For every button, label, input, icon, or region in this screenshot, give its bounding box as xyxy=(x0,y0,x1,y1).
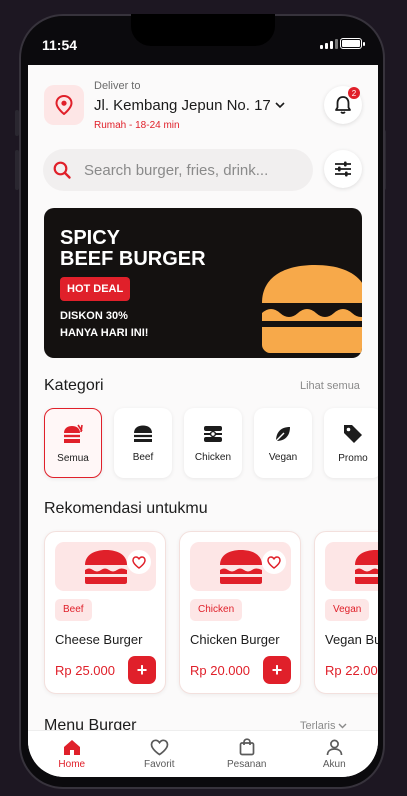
notification-button[interactable]: 2 xyxy=(324,86,362,124)
burger-illustration xyxy=(84,549,127,584)
all-food-icon xyxy=(64,424,83,443)
category-label: Vegan xyxy=(268,451,298,463)
category-list: Semua Beef Chicken Vegan Promo xyxy=(44,408,378,478)
category-label: Semua xyxy=(57,452,89,464)
deliver-label: Deliver to xyxy=(94,80,141,92)
search-input[interactable]: Search burger, fries, drink... xyxy=(43,149,313,191)
nav-label: Akun xyxy=(322,758,346,770)
product-name: Vegan Burger xyxy=(325,632,378,647)
search-placeholder: Search burger, fries, drink... xyxy=(84,161,269,179)
product-price: Rp 20.000 xyxy=(190,663,250,678)
category-label: Beef xyxy=(132,451,154,463)
heart-icon xyxy=(150,738,169,756)
banner-sub-line2: HANYA HARI INI! xyxy=(60,327,149,339)
location-pin-icon[interactable] xyxy=(44,85,84,125)
product-price: Rp 25.000 xyxy=(55,663,115,678)
category-chicken[interactable]: Chicken xyxy=(184,408,242,478)
add-to-cart-button[interactable]: + xyxy=(263,656,291,684)
product-image xyxy=(190,542,291,591)
banner-sub-line1: DISKON 30% xyxy=(60,310,128,322)
nav-label: Pesanan xyxy=(227,759,267,770)
add-to-cart-button[interactable]: + xyxy=(128,656,156,684)
search-icon xyxy=(52,160,72,180)
favorite-button[interactable] xyxy=(262,550,286,574)
product-tag: Chicken xyxy=(190,599,243,621)
home-icon xyxy=(63,739,80,755)
product-name: Chicken Burger xyxy=(190,632,280,647)
product-card[interactable]: Chicken Chicken Burger Rp 20.000 + xyxy=(179,531,301,694)
product-tag: Vegan xyxy=(325,599,370,621)
banner-title-line1: SPICY xyxy=(60,227,121,249)
nav-item-home[interactable]: Home xyxy=(28,731,116,777)
status-bar: 11:54 xyxy=(28,14,378,64)
filter-button[interactable] xyxy=(324,150,362,188)
nav-item-akun[interactable]: Akun xyxy=(291,731,379,777)
banner-subtitle: DISKON 30% HANYA HARI INI! xyxy=(60,308,148,342)
chevron-down-icon xyxy=(338,723,347,729)
category-promo[interactable]: Promo xyxy=(324,408,378,478)
address-selector[interactable]: Jl. Kembang Jepun No. 17 xyxy=(94,97,285,114)
burger-illustration xyxy=(354,549,378,584)
chicken-icon xyxy=(204,425,222,442)
bag-icon xyxy=(239,738,255,756)
leaf-icon xyxy=(275,426,290,441)
sliders-icon xyxy=(335,161,351,177)
banner-title-line2: BEEF BURGER xyxy=(60,248,206,270)
recommendations-title: Rekomendasi untukmu xyxy=(44,500,208,517)
category-vegan[interactable]: Vegan xyxy=(254,408,312,478)
burger-illustration xyxy=(219,549,262,584)
category-label: Promo xyxy=(338,452,368,464)
see-all-categories-link[interactable]: Lihat semua xyxy=(300,380,360,392)
hot-deal-badge: HOT DEAL xyxy=(60,277,131,301)
nav-item-pesanan[interactable]: Pesanan xyxy=(203,731,291,777)
product-card[interactable]: Beef Cheese Burger Rp 25.000 + xyxy=(44,531,166,694)
delivery-eta: Rumah - 18-24 min xyxy=(94,120,180,131)
burger-icon xyxy=(134,425,152,442)
notification-badge: 2 xyxy=(348,87,360,99)
heart-icon xyxy=(267,555,281,569)
product-image xyxy=(55,542,156,591)
product-image xyxy=(325,542,378,591)
nav-item-favorit[interactable]: Favorit xyxy=(116,731,204,777)
app-screen: Deliver to Jl. Kembang Jepun No. 17 Ruma… xyxy=(28,65,378,777)
product-card[interactable]: Vegan Vegan Burger Rp 22.000 + xyxy=(314,531,378,694)
status-time: 11:54 xyxy=(42,37,78,53)
product-tag: Beef xyxy=(55,599,92,621)
category-label: Chicken xyxy=(194,451,232,463)
burger-illustration xyxy=(262,265,362,353)
battery-icon xyxy=(340,38,365,49)
recommendation-list: Beef Cheese Burger Rp 25.000 + Chicken C… xyxy=(44,531,378,694)
nav-label: Home xyxy=(58,758,86,770)
chevron-down-icon xyxy=(275,102,285,109)
banner-title: SPICY BEEF BURGER xyxy=(60,228,206,270)
categories-title: Kategori xyxy=(44,377,104,394)
promo-banner[interactable]: SPICY BEEF BURGER HOT DEAL DISKON 30% HA… xyxy=(44,208,362,358)
favorite-button[interactable] xyxy=(127,550,151,574)
nav-label: Favorit xyxy=(143,758,175,770)
notch xyxy=(131,14,275,46)
product-name: Cheese Burger xyxy=(55,632,143,647)
bottom-nav: Home Favorit Pesanan Akun xyxy=(28,730,378,777)
heart-icon xyxy=(132,555,146,569)
product-price: Rp 22.000 xyxy=(325,663,378,678)
category-beef[interactable]: Beef xyxy=(114,408,172,478)
address-text: Jl. Kembang Jepun No. 17 xyxy=(94,97,271,114)
category-all[interactable]: Semua xyxy=(44,408,102,478)
bell-icon xyxy=(335,96,351,114)
user-icon xyxy=(326,739,343,755)
signal-icon xyxy=(320,39,338,49)
tag-icon xyxy=(344,424,362,443)
